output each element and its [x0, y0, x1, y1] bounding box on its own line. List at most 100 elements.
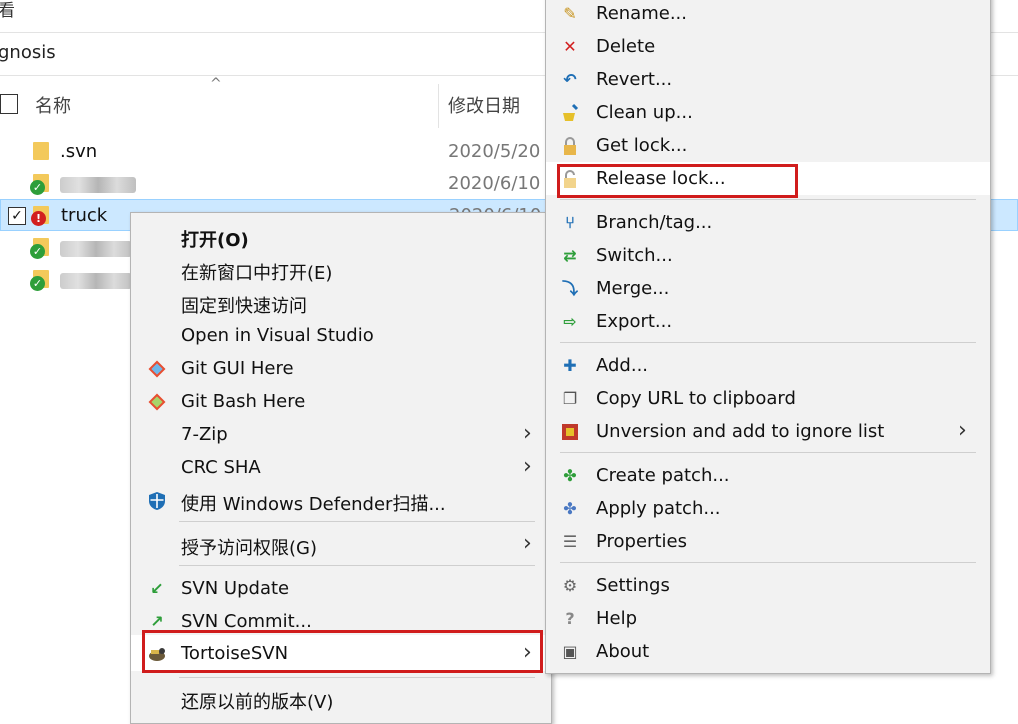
submenu-arrow-icon: › [523, 531, 532, 556]
menu-item-clean-up[interactable]: Clean up... [546, 96, 990, 129]
menu-separator [179, 677, 535, 678]
menu-item-label: SVN Update [181, 578, 290, 599]
blurred-file-name [60, 177, 136, 193]
column-divider[interactable] [438, 84, 439, 128]
create-patch-icon: ✤ [563, 466, 577, 485]
svn-commit-icon: ↗ [150, 612, 164, 631]
menu-item-create-patch[interactable]: ✤ Create patch... [546, 459, 990, 492]
file-name: truck [61, 205, 108, 226]
export-icon: ⇨ [563, 312, 577, 331]
folder-icon [33, 142, 49, 160]
menu-item-revert[interactable]: ↶ Revert... [546, 63, 990, 96]
menu-item-7zip[interactable]: 7-Zip › [131, 418, 551, 451]
menu-item-label: Unversion and add to ignore list [596, 421, 885, 442]
tortoisesvn-submenu: ✎ Rename... ✕ Delete ↶ Revert... Clean u… [545, 0, 991, 674]
menu-item-get-lock[interactable]: Get lock... [546, 129, 990, 162]
menu-item-copy-url[interactable]: ❐ Copy URL to clipboard [546, 382, 990, 415]
menu-item-export[interactable]: ⇨ Export... [546, 305, 990, 338]
menu-item-delete[interactable]: ✕ Delete [546, 30, 990, 63]
submenu-arrow-icon: › [523, 454, 532, 479]
menu-item-rename[interactable]: ✎ Rename... [546, 0, 990, 30]
svn-normal-badge-icon: ✓ [30, 276, 45, 291]
menu-separator [179, 565, 535, 566]
unversion-icon [560, 422, 580, 442]
switch-icon: ⇄ [563, 246, 577, 265]
menu-item-git-bash[interactable]: Git Bash Here [131, 385, 551, 418]
rename-icon: ✎ [563, 4, 577, 23]
settings-icon: ⚙ [562, 576, 578, 595]
blurred-file-name [60, 241, 132, 257]
menu-separator [560, 562, 976, 563]
git-gui-icon [147, 359, 167, 379]
menu-item-about[interactable]: ▣ About [546, 635, 990, 668]
menu-item-help[interactable]: ? Help [546, 602, 990, 635]
menu-item-restore-previous[interactable]: 还原以前的版本(V) [131, 682, 551, 715]
menu-item-switch[interactable]: ⇄ Switch... [546, 239, 990, 272]
menu-item-git-gui[interactable]: Git GUI Here [131, 352, 551, 385]
window-title-fragment: 看 [0, 1, 15, 21]
menu-item-label: Create patch... [596, 465, 730, 486]
row-checkbox[interactable]: ✓ [8, 207, 26, 225]
menu-item-label: Export... [596, 311, 673, 332]
menu-item-label: Git Bash Here [181, 391, 306, 412]
svn-normal-badge-icon: ✓ [30, 180, 45, 195]
menu-item-label: SVN Commit... [181, 611, 312, 632]
add-icon: ✚ [563, 356, 577, 375]
menu-item-label: Clean up... [596, 102, 693, 123]
menu-item-label: Merge... [596, 278, 670, 299]
menu-item-open-visual-studio[interactable]: Open in Visual Studio [131, 319, 551, 352]
submenu-arrow-icon: › [958, 418, 967, 443]
delete-icon: ✕ [563, 37, 577, 56]
menu-item-branch-tag[interactable]: ⑂ Branch/tag... [546, 206, 990, 239]
cleanup-icon [560, 103, 580, 123]
copy-url-icon: ❐ [562, 389, 578, 408]
column-header-date[interactable]: 修改日期 [448, 92, 520, 118]
menu-item-label: 固定到快速访问 [181, 296, 307, 317]
menu-item-label: About [596, 641, 650, 662]
menu-separator [560, 342, 976, 343]
menu-item-label: Settings [596, 575, 670, 596]
context-menu: 打开(O) 在新窗口中打开(E) 固定到快速访问 Open in Visual … [130, 212, 552, 724]
menu-item-settings[interactable]: ⚙ Settings [546, 569, 990, 602]
menu-item-label: Delete [596, 36, 656, 57]
menu-item-merge[interactable]: ⤵ Merge... [546, 272, 990, 305]
menu-item-add[interactable]: ✚ Add... [546, 349, 990, 382]
menu-item-label: Get lock... [596, 135, 688, 156]
menu-item-label: Revert... [596, 69, 673, 90]
menu-item-label: Branch/tag... [596, 212, 713, 233]
revert-icon: ↶ [563, 70, 577, 89]
menu-item-label: Copy URL to clipboard [596, 388, 796, 409]
menu-item-properties[interactable]: ☰ Properties [546, 525, 990, 558]
file-name: .svn [60, 141, 98, 162]
column-header-name[interactable]: 名称 [35, 92, 71, 118]
windows-defender-icon [147, 491, 167, 511]
file-date: 2020/5/20 [448, 141, 541, 162]
menu-item-unversion-ignore[interactable]: Unversion and add to ignore list › [546, 415, 990, 448]
menu-item-grant-access[interactable]: 授予访问权限(G) › [131, 528, 551, 561]
help-icon: ? [565, 609, 575, 628]
menu-item-open[interactable]: 打开(O) [131, 220, 551, 253]
sort-ascending-icon: ^ [210, 76, 222, 92]
menu-item-label: Rename... [596, 3, 687, 24]
menu-separator [179, 521, 535, 522]
menu-item-windows-defender[interactable]: 使用 Windows Defender扫描... [131, 484, 551, 517]
menu-item-apply-patch[interactable]: ✤ Apply patch... [546, 492, 990, 525]
menu-item-label: 还原以前的版本(V) [181, 692, 334, 713]
git-bash-icon [147, 392, 167, 412]
menu-separator [560, 199, 976, 200]
highlight-box-release-lock [557, 164, 798, 198]
menu-item-label: Add... [596, 355, 649, 376]
menu-item-label: CRC SHA [181, 457, 261, 478]
menu-item-crc-sha[interactable]: CRC SHA › [131, 451, 551, 484]
select-all-checkbox[interactable] [0, 94, 18, 114]
apply-patch-icon: ✤ [563, 499, 577, 518]
about-icon: ▣ [562, 642, 578, 661]
submenu-arrow-icon: › [523, 421, 532, 446]
branch-tag-icon: ⑂ [565, 213, 575, 232]
menu-item-label: Properties [596, 531, 687, 552]
menu-item-svn-update[interactable]: ↙ SVN Update [131, 572, 551, 605]
menu-item-pin-quick-access[interactable]: 固定到快速访问 [131, 286, 551, 319]
menu-item-open-new-window[interactable]: 在新窗口中打开(E) [131, 253, 551, 286]
svn-normal-badge-icon: ✓ [30, 244, 45, 259]
menu-item-label: Help [596, 608, 638, 629]
